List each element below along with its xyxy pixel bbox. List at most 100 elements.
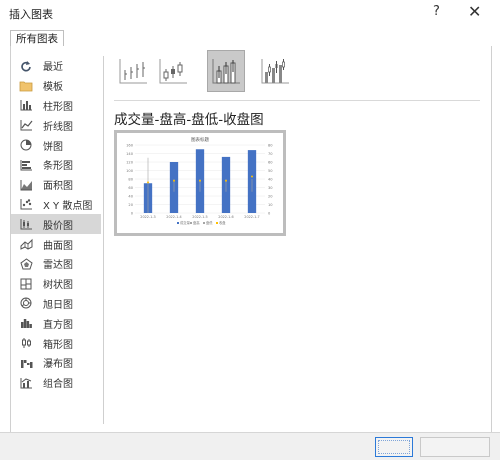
panel-divider: [103, 56, 104, 424]
sidebar-item-surface[interactable]: 曲面图: [11, 234, 101, 254]
folder-icon: [19, 79, 33, 93]
sidebar-item-label: 条形图: [43, 161, 73, 173]
subtype-open-high-low-close[interactable]: [154, 50, 192, 92]
tab-strip: 所有图表: [10, 30, 490, 47]
left-tick-label: 120: [126, 160, 134, 164]
category-label: 2022-1-7: [244, 215, 259, 219]
sidebar-item-histogram[interactable]: 直方图: [11, 313, 101, 333]
sidebar-item-stock[interactable]: 股价图: [11, 214, 101, 235]
sidebar-item-label: 直方图: [43, 319, 73, 331]
help-button[interactable]: ?: [433, 4, 440, 19]
sidebar-item-bar[interactable]: 条形图: [11, 155, 101, 175]
dialog-title: 插入图表: [9, 8, 53, 21]
sidebar-item-radar[interactable]: 雷达图: [11, 254, 101, 274]
sidebar-item-box[interactable]: 箱形图: [11, 333, 101, 353]
close-marker: [173, 179, 175, 182]
chart-title: 图表标题: [191, 136, 209, 143]
right-tick-label: 80: [268, 143, 273, 147]
volume-open-high-low-close-icon: [261, 59, 289, 84]
sidebar-item-label: 折线图: [43, 121, 73, 133]
left-tick-label: 40: [128, 194, 133, 198]
chart-preview[interactable]: 图表标题 160 140 120 100 80 60 40 20 0 80 70 60 50 40 30 20 1…: [114, 130, 286, 236]
sidebar-item-line[interactable]: 折线图: [11, 115, 101, 135]
sidebar-item-scatter[interactable]: X Y 散点图: [11, 195, 101, 215]
sidebar-item-label: 旭日图: [43, 299, 73, 311]
right-tick-label: 20: [268, 194, 273, 198]
bar-chart-icon: [19, 158, 33, 172]
open-high-low-close-icon: [159, 59, 187, 84]
sidebar-item-label: 柱形图: [43, 101, 73, 113]
left-tick-label: 140: [126, 152, 134, 156]
subtype-volume-open-high-low-close[interactable]: [256, 50, 294, 92]
radar-chart-icon: [19, 257, 33, 271]
title-bar: 插入图表 ? ✕: [0, 0, 500, 26]
volume-high-low-close-icon: [212, 59, 240, 84]
sunburst-chart-icon: [19, 296, 33, 310]
sidebar-item-label: 最近: [43, 62, 63, 74]
sidebar-item-label: 饼图: [43, 141, 63, 153]
sidebar-item-label: 树状图: [43, 280, 73, 292]
category-label: 2022-1-6: [218, 215, 233, 219]
right-tick-label: 60: [268, 160, 273, 164]
sidebar-item-area[interactable]: 面积图: [11, 175, 101, 195]
right-tick-label: 50: [268, 169, 273, 173]
right-tick-label: 70: [268, 152, 273, 156]
sidebar-item-column[interactable]: 柱形图: [11, 96, 101, 116]
category-label: 2022-1-3: [140, 215, 155, 219]
sidebar-item-combo[interactable]: 组合图: [11, 373, 101, 393]
area-chart-icon: [19, 178, 33, 192]
legend-label: 收盘: [219, 220, 226, 225]
box-chart-icon: [19, 336, 33, 350]
recent-icon: [19, 59, 33, 73]
category-label: 2022-1-4: [166, 215, 181, 219]
chart-preview-svg: 图表标题160140120100806040200807060504030201…: [126, 136, 273, 225]
sidebar-item-label: 股价图: [43, 220, 73, 232]
surface-chart-icon: [19, 237, 33, 251]
waterfall-chart-icon: [19, 356, 33, 370]
sidebar-item-label: X Y 散点图: [43, 200, 93, 212]
right-tick-label: 30: [268, 186, 273, 190]
sidebar-item-label: 面积图: [43, 181, 73, 193]
sidebar-item-recent[interactable]: 最近: [11, 56, 101, 76]
legend-swatch: [203, 222, 205, 224]
category-label: 2022-1-5: [192, 215, 207, 219]
left-tick-label: 20: [128, 203, 133, 207]
sidebar-item-waterfall[interactable]: 瀑布图: [11, 353, 101, 373]
column-chart-icon: [19, 98, 33, 112]
high-low-close-icon: [119, 59, 147, 84]
sidebar-item-template[interactable]: 模板: [11, 76, 101, 96]
content-panel: 最近 模板 柱形图 折线图 饼图 条形图 面积图 X Y 散点图 股价图 曲面图…: [10, 46, 492, 432]
tab-all-charts[interactable]: 所有图表: [10, 30, 64, 47]
line-chart-icon: [19, 118, 33, 132]
subtype-high-low-close[interactable]: [114, 50, 152, 92]
close-marker: [147, 181, 149, 184]
gallery-divider: [114, 100, 480, 101]
sidebar-item-label: 模板: [43, 82, 63, 94]
treemap-chart-icon: [19, 277, 33, 291]
close-marker: [251, 175, 253, 178]
sidebar-item-label: 瀑布图: [43, 359, 73, 371]
focus-ring: [378, 440, 410, 454]
sidebar-item-sunburst[interactable]: 旭日图: [11, 294, 101, 314]
sidebar-item-pie[interactable]: 饼图: [11, 135, 101, 155]
sidebar-item-label: 雷达图: [43, 260, 73, 272]
right-tick-label: 40: [268, 177, 273, 181]
legend-swatch: [216, 222, 218, 224]
cancel-button[interactable]: [420, 437, 490, 457]
sidebar-item-label: 曲面图: [43, 240, 73, 252]
left-tick-label: 100: [126, 169, 134, 173]
chart-type-list: 最近 模板 柱形图 折线图 饼图 条形图 面积图 X Y 散点图 股价图 曲面图…: [11, 56, 101, 393]
left-tick-label: 60: [128, 186, 133, 190]
histogram-chart-icon: [19, 316, 33, 330]
left-tick-label: 0: [131, 211, 134, 215]
close-button[interactable]: ✕: [468, 2, 481, 21]
close-marker: [199, 179, 201, 182]
combo-chart-icon: [19, 376, 33, 390]
sidebar-item-treemap[interactable]: 树状图: [11, 274, 101, 294]
sidebar-item-label: 箱形图: [43, 339, 73, 351]
left-tick-label: 80: [128, 177, 133, 181]
ok-button[interactable]: [375, 437, 413, 457]
scatter-chart-icon: [19, 197, 33, 211]
sidebar-item-label: 组合图: [43, 379, 73, 391]
subtype-volume-high-low-close[interactable]: [207, 50, 245, 92]
